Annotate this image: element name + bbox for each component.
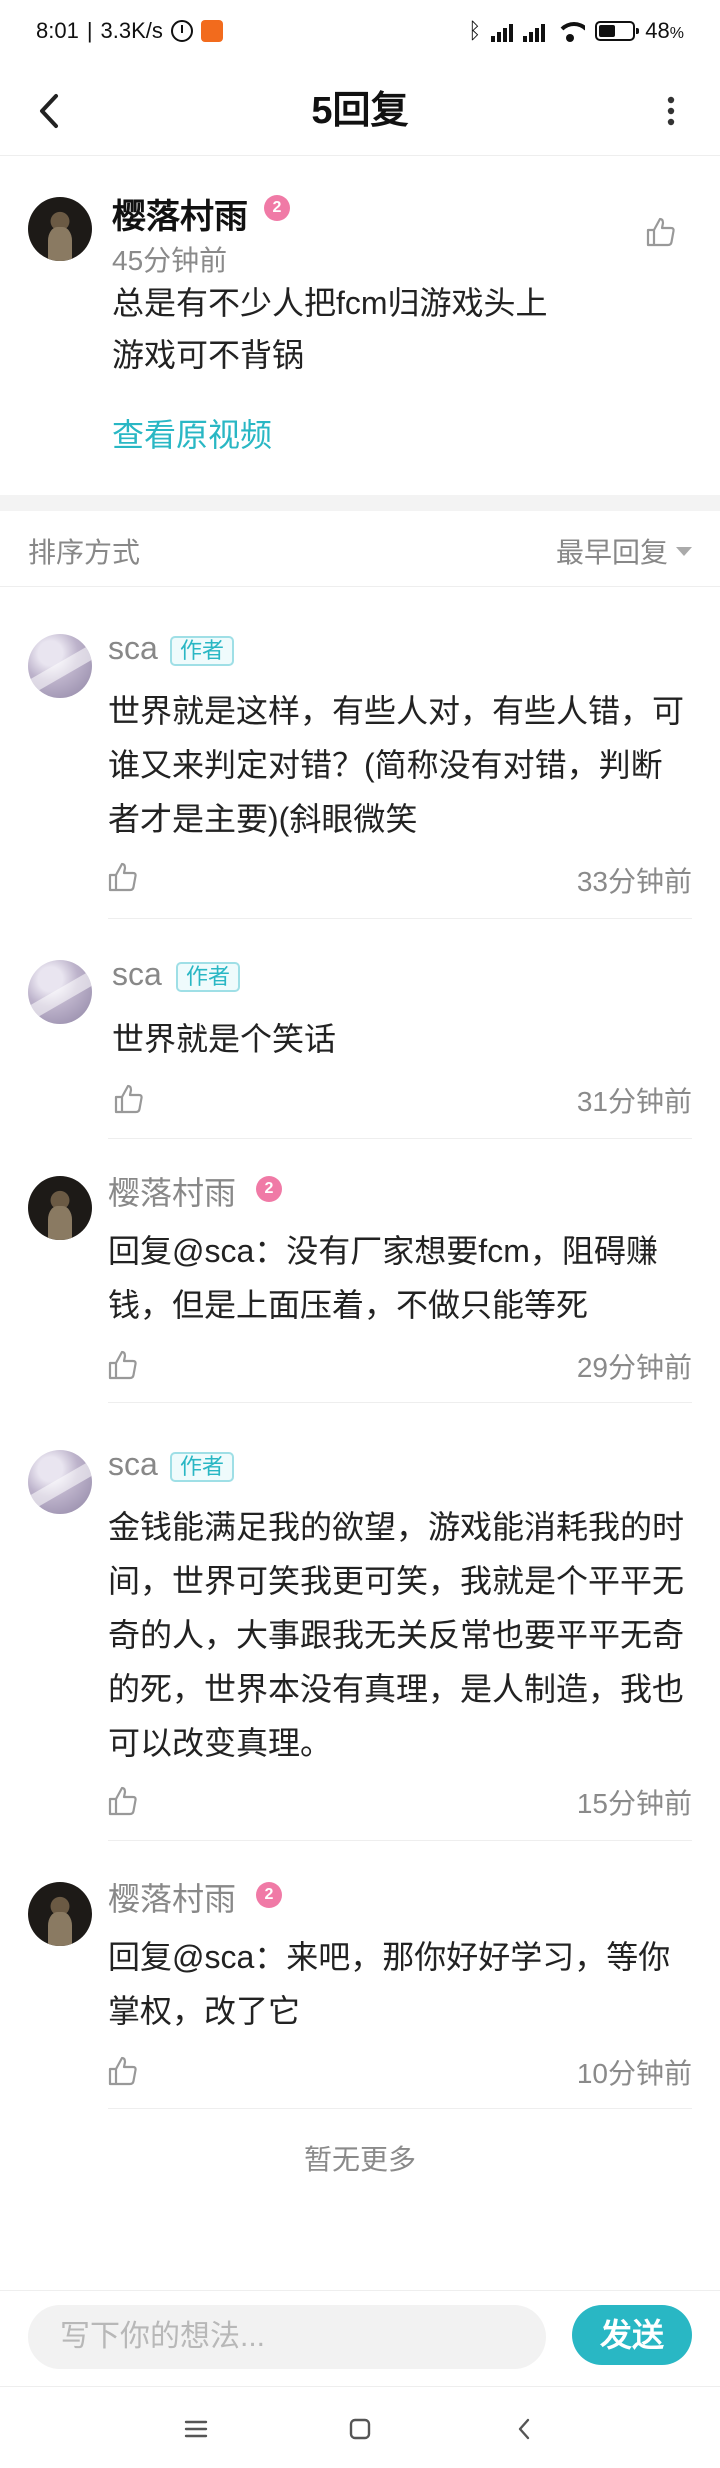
like-icon[interactable] xyxy=(112,1082,146,1116)
reply-item: sca 作者 金钱能满足我的欲望，游戏能消耗我的时间，世界可笑我更可笑，我就是个… xyxy=(0,1404,720,1841)
bluetooth-icon: ᛒ xyxy=(468,18,482,43)
reply-time: 31分钟前 xyxy=(576,1086,692,1117)
home-square-icon xyxy=(349,2418,371,2440)
caret-down-icon xyxy=(676,546,692,556)
wifi-icon xyxy=(555,20,586,42)
system-back-button[interactable] xyxy=(500,2405,548,2453)
comment-text-line: 游戏可不背锅 xyxy=(112,337,305,373)
original-comment: 樱落村雨 2 45分钟前 总是有不少人把fcm归游戏头上 游戏可不背锅 查看原视… xyxy=(0,157,720,495)
status-separator: | xyxy=(86,18,93,43)
divider xyxy=(108,918,692,919)
like-icon[interactable] xyxy=(644,215,678,249)
reply-text: 回复@sca：没有厂家想要fcm，阻碍赚钱，但是上面压着，不做只能等死 xyxy=(108,1224,688,1332)
level-badge: 2 xyxy=(256,1176,282,1202)
avatar[interactable] xyxy=(28,1882,92,1946)
sort-dropdown[interactable]: 最早回复 xyxy=(556,531,692,571)
reply-mention[interactable]: 回复@sca： xyxy=(108,1939,286,1975)
more-vertical-icon xyxy=(667,96,675,126)
like-icon[interactable] xyxy=(106,1784,140,1818)
sort-selected: 最早回复 xyxy=(555,537,668,568)
battery-icon xyxy=(595,21,640,41)
reply-text: 金钱能满足我的欲望，游戏能消耗我的时间，世界可笑我更可笑，我就是个平平无奇的人，… xyxy=(108,1509,685,1761)
reply-text: 回复@sca：来吧，那你好好学习，等你掌权，改了它 xyxy=(108,1930,688,2038)
page-title: 5回复 xyxy=(311,90,409,132)
divider xyxy=(108,1840,692,1841)
avatar[interactable] xyxy=(28,634,92,698)
avatar[interactable] xyxy=(28,960,92,1024)
menu-icon xyxy=(184,2420,208,2438)
reply-item: sca 作者 世界就是个笑话 31分钟前 xyxy=(0,920,720,1139)
top-app-bar: 5回复 xyxy=(0,66,720,156)
comment-text-line: 总是有不少人把fcm归游戏头上 xyxy=(112,285,548,321)
send-button[interactable]: 发送 xyxy=(572,2305,692,2365)
reply-time: 29分钟前 xyxy=(576,1352,692,1383)
no-more-text: 暂无更多 xyxy=(303,2144,416,2175)
author-badge: 作者 xyxy=(170,636,235,666)
status-time: 8:01 xyxy=(36,18,79,43)
comment-input[interactable] xyxy=(28,2305,546,2369)
status-bar-right: ᛒ 48% xyxy=(468,18,684,44)
network-speed: 3.3K/s xyxy=(100,18,163,43)
reply-time: 15分钟前 xyxy=(576,1788,692,1819)
like-icon[interactable] xyxy=(106,860,140,894)
author-badge: 作者 xyxy=(170,1452,235,1482)
reply-time: 33分钟前 xyxy=(576,866,692,897)
reply-author[interactable]: sca xyxy=(112,956,162,993)
more-options-button[interactable] xyxy=(644,84,698,138)
battery-level: 48% xyxy=(645,18,684,43)
like-icon[interactable] xyxy=(106,1348,140,1382)
like-icon[interactable] xyxy=(106,2054,140,2088)
comment-text: 总是有不少人把fcm归游戏头上 游戏可不背锅 xyxy=(112,277,672,381)
avatar[interactable] xyxy=(28,1176,92,1240)
comment-author[interactable]: 樱落村雨 xyxy=(112,189,248,238)
reply-time: 10分钟前 xyxy=(576,2058,692,2089)
reply-author[interactable]: sca xyxy=(108,1446,158,1483)
sort-label: 排序方式 xyxy=(28,537,141,568)
comment-time: 45分钟前 xyxy=(112,245,228,276)
chevron-left-icon xyxy=(518,2418,530,2440)
recent-apps-button[interactable] xyxy=(172,2405,220,2453)
reply-item: 樱落村雨 2 回复@sca：来吧，那你好好学习，等你掌权，改了它 10分钟前 xyxy=(0,1846,720,2109)
comment-input-bar: 发送 xyxy=(0,2290,720,2386)
section-divider xyxy=(0,495,720,511)
reply-author[interactable]: 樱落村雨 xyxy=(108,1168,236,1214)
home-button[interactable] xyxy=(336,2405,384,2453)
avatar[interactable] xyxy=(28,1450,92,1514)
status-bar-left: 8:01 | 3.3K/s xyxy=(36,18,223,44)
sort-bar: 排序方式 最早回复 xyxy=(0,511,720,587)
reply-text: 世界就是这样，有些人对，有些人错，可谁又来判定对错？(简称没有对错，判断者才是主… xyxy=(108,693,685,837)
divider xyxy=(108,1402,692,1403)
reply-text: 世界就是个笑话 xyxy=(112,1021,337,1057)
status-bar: 8:01 | 3.3K/s ᛒ 48% xyxy=(0,0,720,66)
divider xyxy=(108,2108,692,2109)
level-badge: 2 xyxy=(256,1882,282,1908)
avatar[interactable] xyxy=(28,197,92,261)
signal-icon-sim1 xyxy=(491,20,514,42)
divider xyxy=(108,1138,692,1139)
reply-item: sca 作者 世界就是这样，有些人对，有些人错，可谁又来判定对错？(简称没有对错… xyxy=(0,588,720,919)
reply-mention[interactable]: 回复@sca： xyxy=(108,1233,286,1269)
author-badge: 作者 xyxy=(176,962,241,992)
reply-item: 樱落村雨 2 回复@sca：没有厂家想要fcm，阻碍赚钱，但是上面压着，不做只能… xyxy=(0,1140,720,1403)
level-badge: 2 xyxy=(264,195,290,221)
reply-author[interactable]: 樱落村雨 xyxy=(108,1874,236,1920)
signal-icon-sim2 xyxy=(523,20,546,42)
reply-author[interactable]: sca xyxy=(108,630,158,667)
app-notification-icon xyxy=(200,20,223,42)
system-navigation-bar xyxy=(0,2386,720,2468)
view-original-video-link[interactable]: 查看原视频 xyxy=(112,410,272,456)
alarm-icon xyxy=(170,20,193,42)
